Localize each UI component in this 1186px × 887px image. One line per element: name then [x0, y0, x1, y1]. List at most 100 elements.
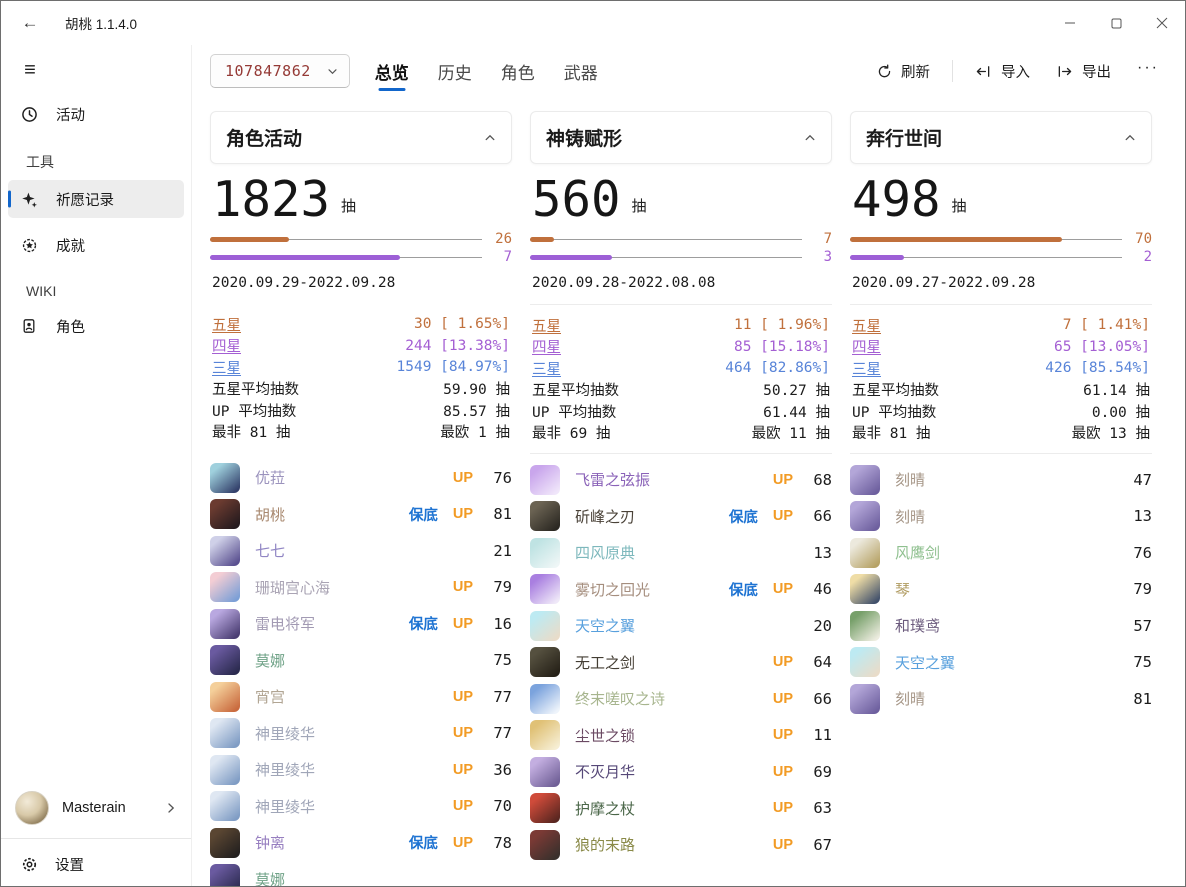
list-item: 雾切之回光 保底 UP 46 [530, 571, 832, 608]
item-badges: 75 [1128, 653, 1152, 671]
guarantee-badge: 保底 [409, 613, 438, 634]
close-button[interactable] [1139, 1, 1185, 45]
item-name: 珊瑚宫心海 [255, 577, 330, 598]
list-item: 护摩之杖 UP 63 [530, 790, 832, 827]
item-avatar [530, 720, 560, 750]
stat-row: 五星11 [ 1.96%] [532, 314, 830, 336]
stat-row: 五星平均抽数61.14 抽 [852, 379, 1150, 401]
item-badges: 76 [1128, 544, 1152, 562]
more-button[interactable]: ··· [1127, 55, 1169, 87]
collapse-button[interactable] [804, 132, 816, 144]
stat-value: 0.00 抽 [1092, 401, 1150, 422]
rarity-filter-link[interactable]: 四星 [852, 336, 881, 357]
list-item: 刻晴 81 [850, 680, 1152, 717]
stat-value: 最欧 11 抽 [752, 422, 830, 443]
tab-weapons[interactable]: 武器 [563, 51, 599, 92]
hamburger-menu-button[interactable]: ≡ [11, 53, 49, 87]
banner-card-header: 奔行世间 [850, 111, 1152, 164]
guarantee-badge: 保底 [409, 504, 438, 525]
sidebar-item-wish-records[interactable]: 祈愿记录 [8, 180, 184, 218]
item-name: 和璞鸢 [895, 615, 940, 636]
pity5-fill [210, 237, 289, 242]
back-button[interactable]: ← [7, 6, 53, 40]
user-account-row[interactable]: Masterain [1, 780, 191, 836]
banner-card-header: 神铸赋形 [530, 111, 832, 164]
item-pull-count: 67 [808, 836, 832, 854]
pity4-fill [850, 255, 904, 260]
rarity-filter-link[interactable]: 三星 [532, 358, 561, 379]
item-name: 莫娜 [255, 869, 285, 887]
item-badges: 保底 UP 66 [729, 506, 832, 527]
rarity-filter-link[interactable]: 三星 [212, 357, 241, 378]
character-card-icon [19, 316, 39, 336]
more-dots-icon: ··· [1137, 59, 1159, 76]
item-avatar [210, 682, 240, 712]
sidebar-item-label: 角色 [56, 316, 85, 337]
banner-column: 角色活动 1823 抽 26 7 2020.09.29-2022.09.28 五… [210, 111, 512, 887]
rarity-filter-link[interactable]: 四星 [532, 336, 561, 357]
item-name: 天空之翼 [895, 652, 955, 673]
rarity-filter-link[interactable]: 五星 [532, 315, 561, 336]
refresh-button[interactable]: 刷新 [867, 54, 940, 89]
tab-characters[interactable]: 角色 [500, 51, 536, 92]
banner-column: 奔行世间 498 抽 70 2 2020.09.27-2022.09.28 五星… [850, 111, 1152, 887]
maximize-button[interactable] [1093, 1, 1139, 45]
import-button[interactable]: 导入 [965, 54, 1040, 89]
banner-date-range: 2020.09.28-2022.08.08 [532, 275, 830, 291]
up-badge: UP [453, 506, 473, 522]
up-badge: UP [773, 508, 793, 524]
item-badges: 13 [808, 544, 832, 562]
list-item: 斫峰之刃 保底 UP 66 [530, 498, 832, 535]
item-pull-count: 69 [808, 763, 832, 781]
stat-row: 五星7 [ 1.41%] [852, 314, 1150, 336]
item-avatar [850, 611, 880, 641]
stat-label: 五星平均抽数 [852, 379, 939, 400]
list-item: 刻晴 47 [850, 461, 1152, 498]
banner-item-list: 优菈 UP 76 胡桃 保底 UP 81 七七 21 珊瑚宫心海 UP 79 [210, 459, 512, 887]
item-name: 斫峰之刃 [575, 506, 635, 527]
sidebar-item-achievements[interactable]: 成就 [8, 226, 184, 264]
item-badges: UP 68 [773, 471, 832, 489]
collapse-button[interactable] [1124, 132, 1136, 144]
rarity-filter-link[interactable]: 五星 [852, 315, 881, 336]
divider [850, 453, 1152, 454]
pity5-track [530, 237, 802, 242]
sidebar-item-characters[interactable]: 角色 [8, 307, 184, 345]
toolbar: 107847862 总览 历史 角色 武器 刷新 [192, 45, 1185, 97]
item-name: 天空之翼 [575, 615, 635, 636]
item-badges: 保底 UP 46 [729, 579, 832, 600]
sidebar-item-activity[interactable]: 活动 [8, 95, 184, 133]
item-avatar [210, 572, 240, 602]
item-name: 胡桃 [255, 504, 285, 525]
stat-label: UP 平均抽数 [532, 401, 616, 422]
banners: 角色活动 1823 抽 26 7 2020.09.29-2022.09.28 五… [192, 97, 1185, 887]
tab-overview[interactable]: 总览 [374, 51, 410, 92]
item-avatar [530, 830, 560, 860]
rarity-filter-link[interactable]: 五星 [212, 314, 241, 335]
import-label: 导入 [1001, 61, 1030, 82]
minimize-button[interactable] [1047, 1, 1093, 45]
rarity-filter-link[interactable]: 三星 [852, 358, 881, 379]
item-avatar [850, 574, 880, 604]
item-avatar [210, 463, 240, 493]
activity-icon [19, 104, 39, 124]
item-badges: 57 [1128, 617, 1152, 635]
stat-row: UP 平均抽数0.00 抽 [852, 400, 1150, 422]
export-button[interactable]: 导出 [1046, 54, 1121, 89]
rarity-filter-link[interactable]: 四星 [212, 335, 241, 356]
item-avatar [210, 718, 240, 748]
sidebar-item-settings[interactable]: 设置 [1, 841, 191, 887]
banner-title: 奔行世间 [866, 124, 942, 151]
uid-selector[interactable]: 107847862 [210, 54, 350, 88]
pity4-value: 3 [802, 249, 832, 265]
wish-sparkle-icon [19, 189, 39, 209]
user-avatar [15, 791, 49, 825]
item-pull-count: 77 [488, 688, 512, 706]
pity4-fill [210, 255, 400, 260]
tab-history[interactable]: 历史 [437, 51, 473, 92]
list-item: 七七 21 [210, 532, 512, 569]
item-avatar [210, 791, 240, 821]
item-pull-count: 77 [488, 724, 512, 742]
collapse-button[interactable] [484, 132, 496, 144]
item-badges: UP 70 [453, 797, 512, 815]
